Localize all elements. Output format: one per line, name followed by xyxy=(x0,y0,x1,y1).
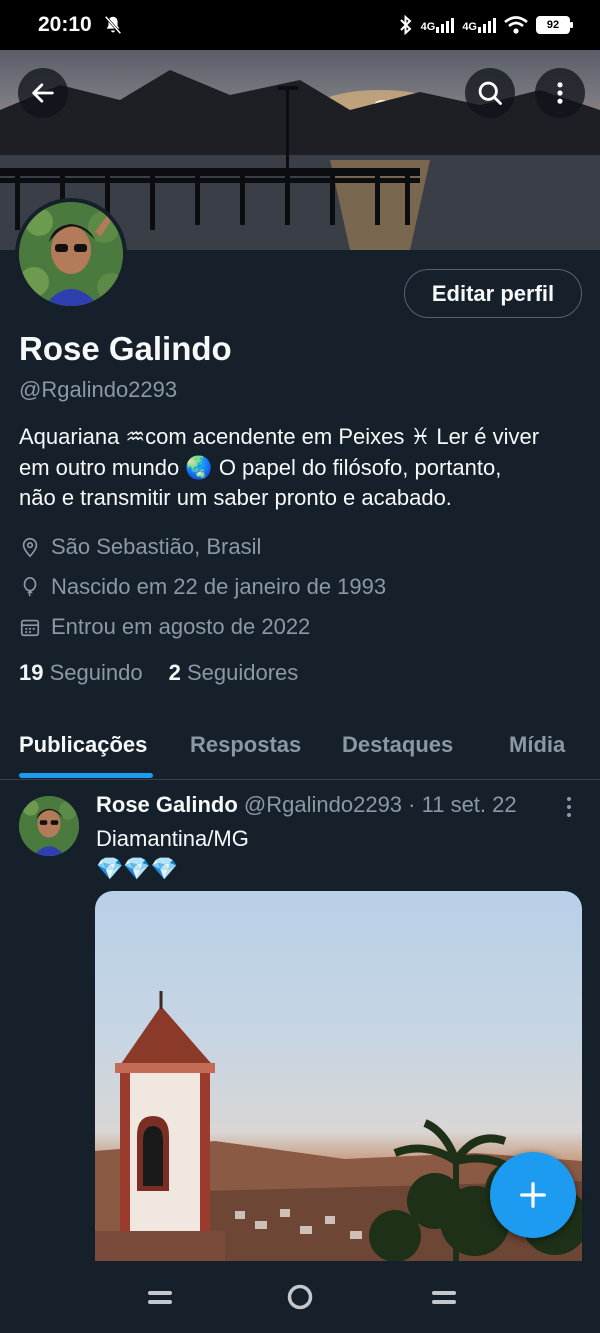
compose-button[interactable] xyxy=(490,1152,576,1238)
search-icon xyxy=(478,81,502,105)
more-vertical-icon[interactable] xyxy=(560,795,578,819)
post-separator: · xyxy=(408,792,416,817)
edit-profile-button[interactable]: Editar perfil xyxy=(404,269,582,318)
battery-icon: 92 xyxy=(536,16,573,34)
following-label: Seguindo xyxy=(49,660,143,685)
tab-respostas[interactable]: Respostas xyxy=(190,732,301,758)
post-author[interactable]: Rose Galindo xyxy=(96,792,238,817)
joined-text: Entrou em agosto de 2022 xyxy=(51,614,311,639)
bluetooth-icon xyxy=(399,15,412,35)
follow-stats: 19 Seguindo 2 Seguidores xyxy=(19,660,298,686)
bio-line: não e transmitir um saber pronto e acaba… xyxy=(19,485,452,510)
home-nav-icon[interactable] xyxy=(286,1283,314,1311)
post-text-line: 💎💎💎 xyxy=(96,856,179,881)
active-tab-indicator xyxy=(19,773,153,778)
location-text: São Sebastião, Brasil xyxy=(51,534,262,559)
profile-bio: Aquariana ♒com acendente em Peixes ♓ Ler… xyxy=(19,422,589,514)
wifi-icon xyxy=(504,16,528,34)
more-vertical-icon xyxy=(557,82,563,104)
battery-level: 92 xyxy=(546,19,560,31)
tab-publicacoes[interactable]: Publicações xyxy=(19,732,147,758)
signal-label-2: 4G xyxy=(462,21,477,33)
system-navigation-bar xyxy=(0,1261,600,1333)
back-nav-icon[interactable] xyxy=(430,1289,458,1307)
profile-joined: Entrou em agosto de 2022 xyxy=(19,614,310,640)
post-avatar[interactable] xyxy=(19,796,79,856)
back-button[interactable] xyxy=(18,68,68,118)
profile-avatar[interactable] xyxy=(15,198,127,310)
mute-icon xyxy=(104,15,122,35)
followers-link[interactable]: 2 Seguidores xyxy=(169,660,299,686)
tab-midia[interactable]: Mídia xyxy=(509,732,565,758)
profile-birthday: Nascido em 22 de janeiro de 1993 xyxy=(19,574,386,600)
tab-destaques[interactable]: Destaques xyxy=(342,732,453,758)
post-avatar-image xyxy=(19,796,79,856)
signal-icon: 4G xyxy=(421,17,455,33)
followers-count: 2 xyxy=(168,660,181,685)
status-time: 20:10 xyxy=(38,13,92,36)
signal-icon-2: 4G xyxy=(462,17,496,33)
balloon-icon xyxy=(23,577,37,597)
profile-tabs: Publicações Respostas Destaques Mídia xyxy=(0,718,600,780)
following-count: 19 xyxy=(19,660,44,685)
post-text: Diamantina/MG 💎💎💎 xyxy=(96,824,249,884)
status-bar: 20:10 4G 4G 92 xyxy=(0,0,600,50)
post-handle[interactable]: @Rgalindo2293 xyxy=(244,792,402,817)
signal-label-1: 4G xyxy=(420,21,436,33)
plus-icon xyxy=(520,1182,546,1208)
avatar-image xyxy=(19,202,123,306)
followers-label: Seguidores xyxy=(186,660,299,685)
profile-name: Rose Galindo xyxy=(19,330,232,367)
search-button[interactable] xyxy=(465,68,515,118)
location-pin-icon xyxy=(22,537,38,558)
birthday-text: Nascido em 22 de janeiro de 1993 xyxy=(51,574,387,599)
arrow-left-icon xyxy=(32,83,54,103)
more-button[interactable] xyxy=(535,68,585,118)
post-text-line: Diamantina/MG xyxy=(96,826,249,851)
calendar-icon xyxy=(20,619,40,637)
menu-nav-icon[interactable] xyxy=(146,1289,174,1307)
profile-handle: @Rgalindo2293 xyxy=(19,377,178,402)
bio-line: em outro mundo 🌏 O papel do filósofo, po… xyxy=(19,454,502,480)
profile-location: São Sebastião, Brasil xyxy=(19,534,261,560)
post-header: Rose Galindo @Rgalindo2293 · 11 set. 22 xyxy=(96,792,517,818)
post-date[interactable]: 11 set. 22 xyxy=(422,792,517,817)
bio-line: Aquariana ♒com acendente em Peixes ♓ Ler… xyxy=(19,424,540,449)
following-link[interactable]: 19 Seguindo xyxy=(19,660,143,686)
